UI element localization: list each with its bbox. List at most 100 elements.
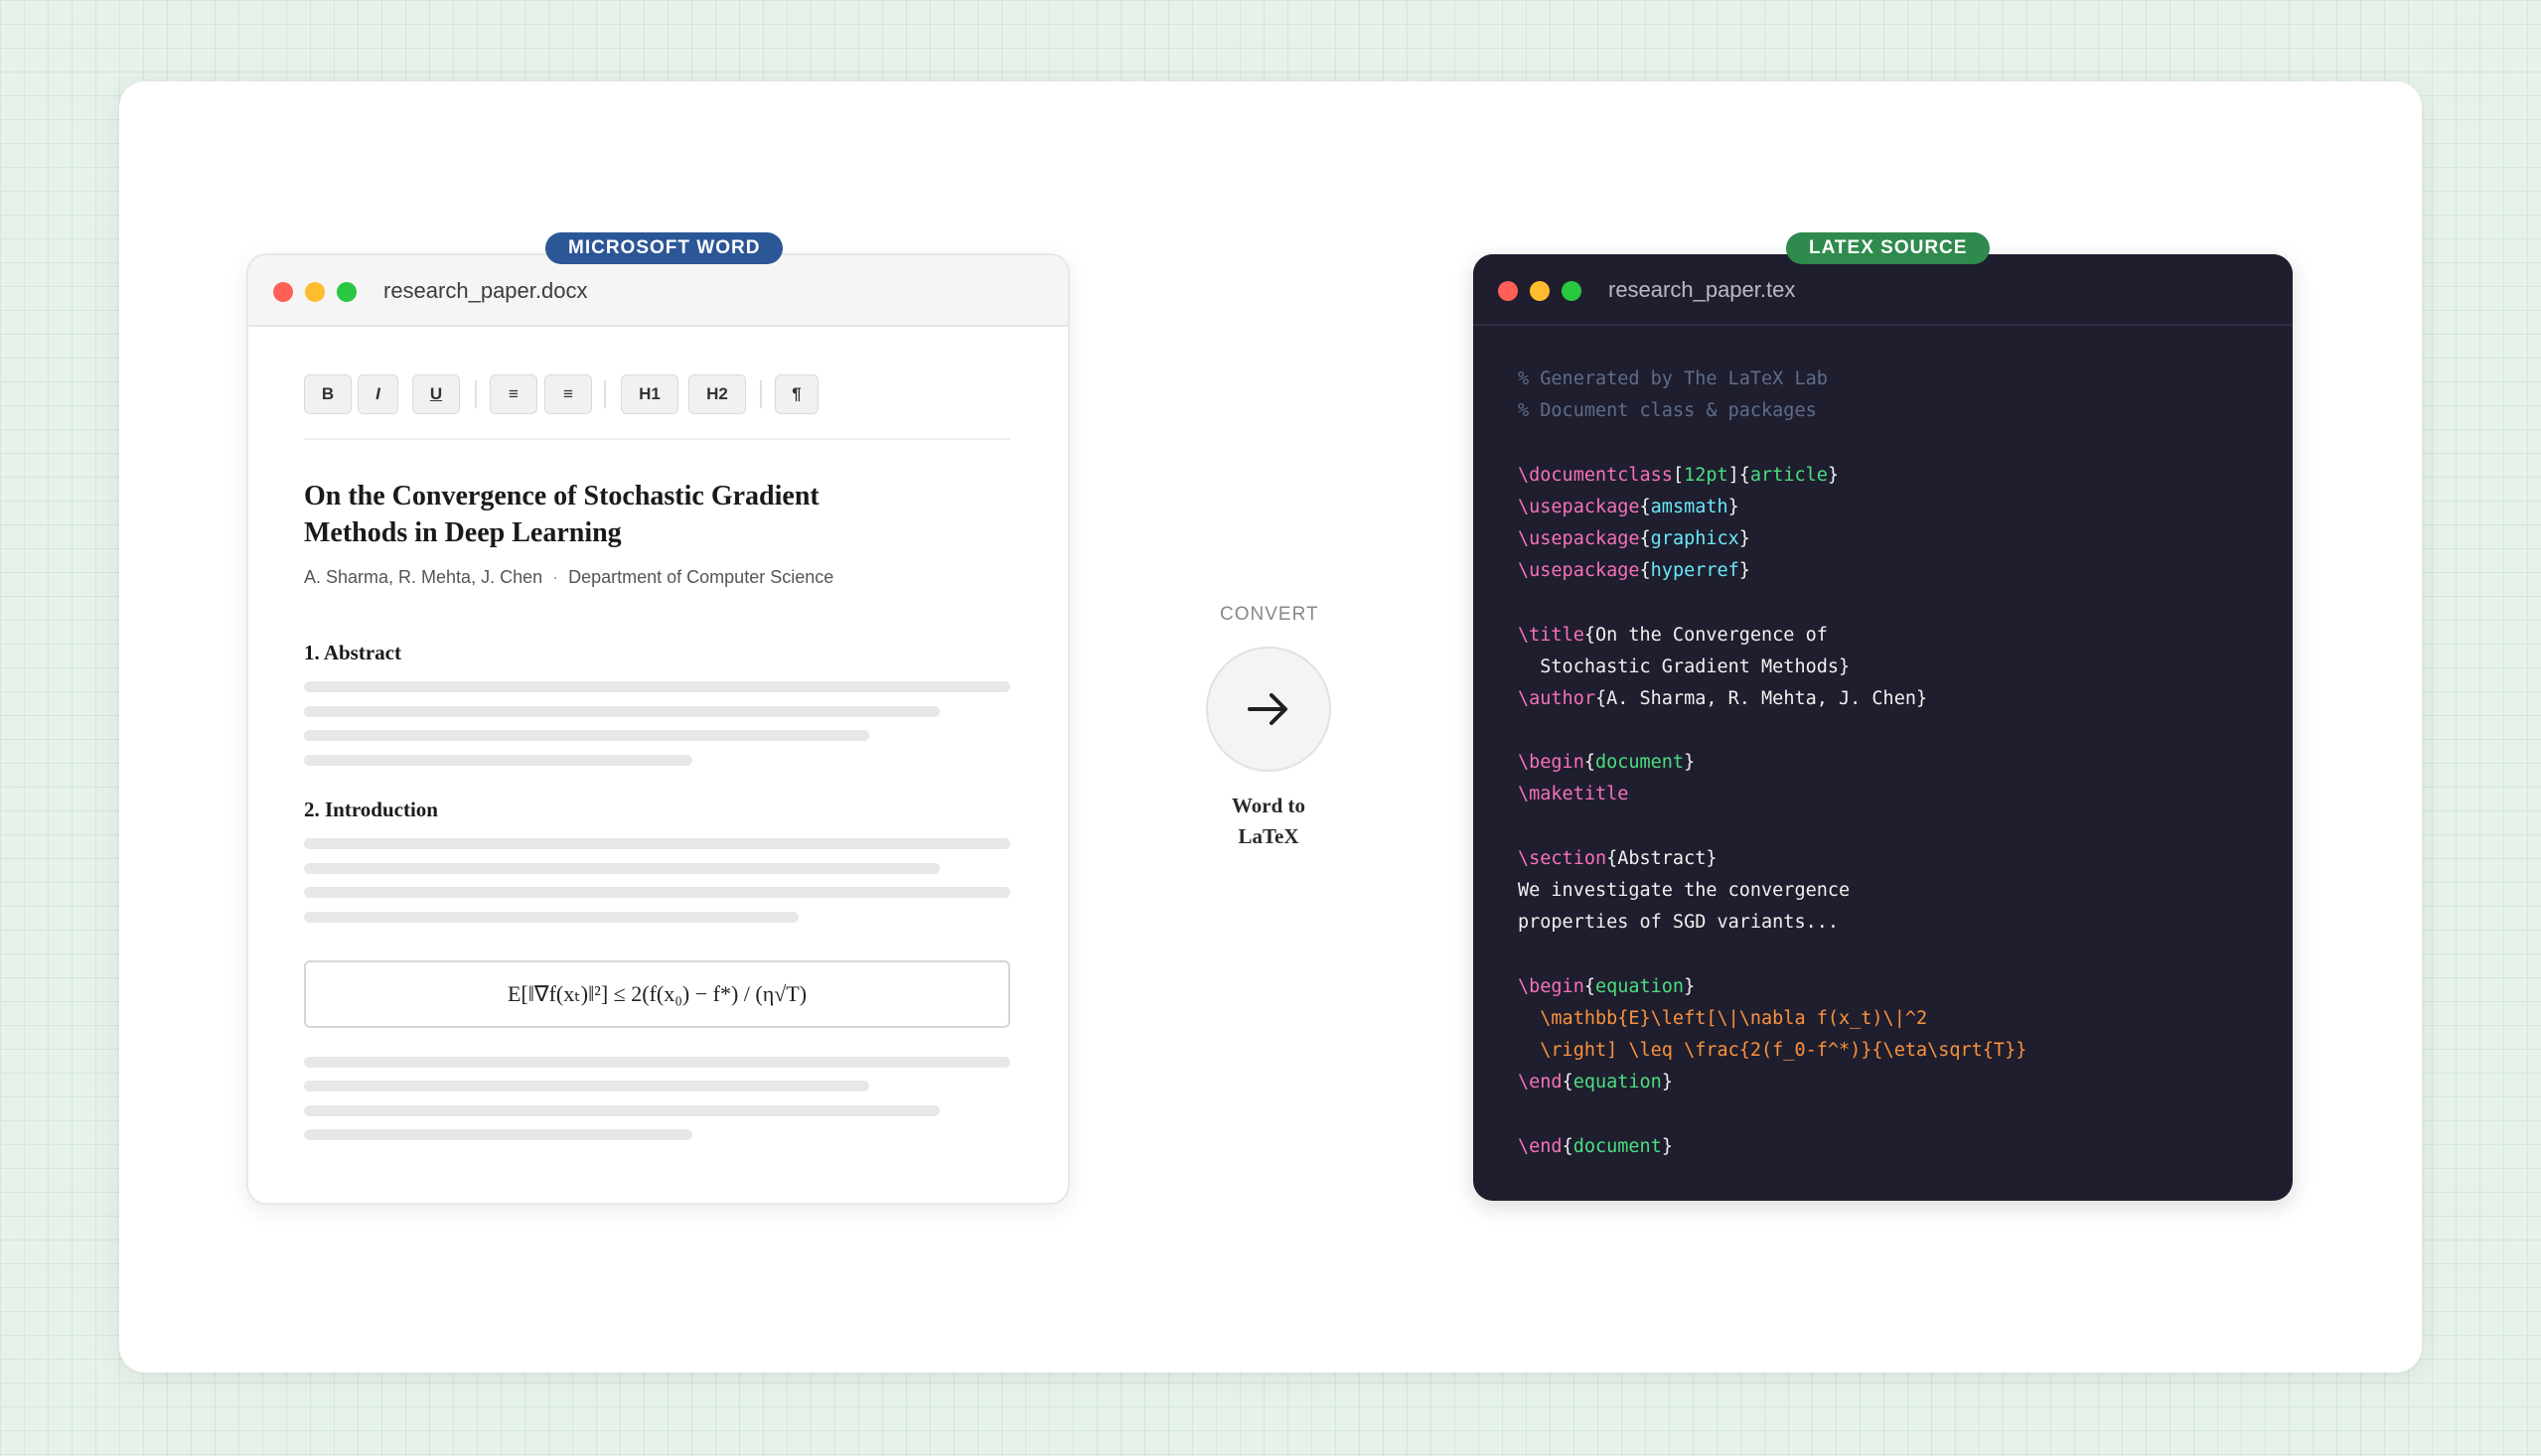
underline-button[interactable]: U: [412, 374, 460, 414]
code-token-brace: {: [1562, 1072, 1573, 1093]
code-token-brace: {: [1562, 1135, 1573, 1157]
convert-caption-line1: Word to: [1231, 794, 1306, 817]
code-token-brace: [: [1672, 464, 1685, 486]
code-token-brace: }: [1661, 1072, 1673, 1093]
code-token-brace: }: [1684, 975, 1696, 997]
code-line: \right] \leq \frac{2(f_0-f^*)}{\eta\sqrt…: [1518, 1035, 2026, 1067]
text-placeholder-line: [304, 1129, 692, 1140]
code-token-brace: ]{: [1727, 464, 1750, 486]
code-token-command: \begin: [1518, 752, 1584, 774]
code-line: \documentclass[12pt]{article}: [1518, 460, 2026, 492]
code-token-arg: article: [1749, 464, 1828, 486]
maximize-window-button[interactable]: [1562, 281, 1581, 301]
convert-label: CONVERT: [1220, 604, 1319, 625]
code-token-brace: }: [1661, 1135, 1673, 1157]
latex-window: research_paper.tex % Generated by The La…: [1473, 254, 2293, 1201]
code-token-text: {A. Sharma, R. Mehta, J. Chen}: [1594, 687, 1928, 709]
code-token-command: \usepackage: [1518, 527, 1640, 549]
code-line: \usepackage{amsmath}: [1518, 492, 2026, 523]
toolbar-divider: [475, 380, 477, 408]
code-token-command: \usepackage: [1518, 560, 1640, 582]
code-token-brace: {: [1639, 527, 1651, 549]
meta-separator: ·: [552, 567, 559, 587]
minimize-window-button[interactable]: [305, 282, 325, 302]
code-token-brace: }: [1827, 464, 1840, 486]
code-token-command: \section: [1518, 847, 1607, 869]
text-placeholder-line: [304, 912, 799, 923]
convert-caption-line2: LaTeX: [1238, 824, 1299, 848]
code-token-text: Stochastic Gradient Methods}: [1518, 655, 1851, 677]
bullet-list-button[interactable]: ≡: [490, 374, 537, 414]
code-token-brace: }: [1738, 560, 1750, 582]
code-token-arg: equation: [1572, 1072, 1662, 1093]
code-token-brace: }: [1727, 496, 1739, 517]
paragraph-button[interactable]: ¶: [775, 374, 819, 414]
code-token-command: \end: [1518, 1072, 1563, 1093]
document-department[interactable]: Department of Computer Science: [568, 567, 833, 587]
section-heading-introduction[interactable]: 2. Introduction: [304, 798, 438, 822]
code-token-brace: {: [1639, 560, 1651, 582]
equation-block[interactable]: E[‖∇f(xₜ)‖²] ≤ 2(f(x₀) − f*) / (η√T): [304, 960, 1010, 1028]
document-authors[interactable]: A. Sharma, R. Mehta, J. Chen: [304, 567, 542, 587]
code-token-arg: document: [1572, 1135, 1662, 1157]
close-window-button[interactable]: [273, 282, 293, 302]
code-line: \end{document}: [1518, 1131, 2026, 1163]
text-placeholder-line: [304, 755, 692, 766]
code-line: \end{equation}: [1518, 1067, 2026, 1098]
numbered-list-button[interactable]: ≡: [544, 374, 592, 414]
latex-filename: research_paper.tex: [1608, 277, 1796, 302]
close-window-button[interactable]: [1498, 281, 1518, 301]
text-placeholder-line: [304, 1105, 940, 1116]
code-token-brace: {: [1583, 975, 1595, 997]
minimize-window-button[interactable]: [1530, 281, 1550, 301]
latex-badge: LATEX SOURCE: [1786, 232, 1991, 264]
code-token-arg: 12pt: [1684, 464, 1728, 486]
code-line: % Document class & packages: [1518, 395, 2026, 427]
code-token-command: \usepackage: [1518, 496, 1640, 517]
code-token-command: \author: [1518, 687, 1595, 709]
toolbar-divider: [760, 380, 762, 408]
code-line: \author{A. Sharma, R. Mehta, J. Chen}: [1518, 683, 2026, 715]
code-line: \begin{equation}: [1518, 971, 2026, 1003]
code-token-brace: {: [1639, 496, 1651, 517]
code-line: \section{Abstract}: [1518, 843, 2026, 875]
code-token-command: \end: [1518, 1135, 1563, 1157]
latex-code[interactable]: % Generated by The LaTeX Lab % Document c…: [1518, 364, 2026, 1163]
heading2-button[interactable]: H2: [688, 374, 746, 414]
text-placeholder-line: [304, 1057, 1010, 1068]
code-line: \mathbb{E}\left[\|\nabla f(x_t)\|^2: [1518, 1003, 2026, 1035]
toolbar-rule: [304, 438, 1010, 440]
italic-button[interactable]: I: [358, 374, 398, 414]
section-heading-abstract[interactable]: 1. Abstract: [304, 641, 401, 665]
code-line: properties of SGD variants...: [1518, 907, 2026, 939]
code-token-command: \maketitle: [1518, 784, 1629, 805]
code-token-command: \begin: [1518, 975, 1584, 997]
code-token-text: properties of SGD variants...: [1518, 912, 1840, 934]
word-window: research_paper.docx B I U ≡ ≡ H1 H2 ¶ On…: [246, 253, 1070, 1205]
toolbar-divider: [604, 380, 606, 408]
code-token-math: \mathbb{E}\left[\|\nabla f(x_t)\|^2: [1518, 1007, 1928, 1029]
maximize-window-button[interactable]: [337, 282, 357, 302]
code-line: Stochastic Gradient Methods}: [1518, 652, 2026, 683]
code-line: We investigate the convergence: [1518, 875, 2026, 907]
text-placeholder-line: [304, 863, 940, 874]
code-token-text: {Abstract}: [1606, 847, 1718, 869]
convert-button[interactable]: [1206, 647, 1331, 772]
code-token-comment: % Document class & packages: [1518, 400, 1817, 422]
bold-button[interactable]: B: [304, 374, 352, 414]
document-title[interactable]: On the Convergence of Stochastic Gradien…: [304, 478, 860, 551]
code-token-arg: document: [1594, 752, 1685, 774]
word-titlebar: research_paper.docx: [248, 255, 1068, 327]
code-token-pkg: amsmath: [1650, 496, 1728, 517]
code-token-brace: }: [1738, 527, 1750, 549]
code-token-text: We investigate the convergence: [1518, 880, 1851, 901]
code-line: \title{On the Convergence of: [1518, 620, 2026, 652]
code-line: \usepackage{hyperref}: [1518, 555, 2026, 587]
heading1-button[interactable]: H1: [621, 374, 678, 414]
code-token-arg: equation: [1594, 975, 1685, 997]
code-token-text: {On the Convergence of: [1583, 624, 1828, 646]
